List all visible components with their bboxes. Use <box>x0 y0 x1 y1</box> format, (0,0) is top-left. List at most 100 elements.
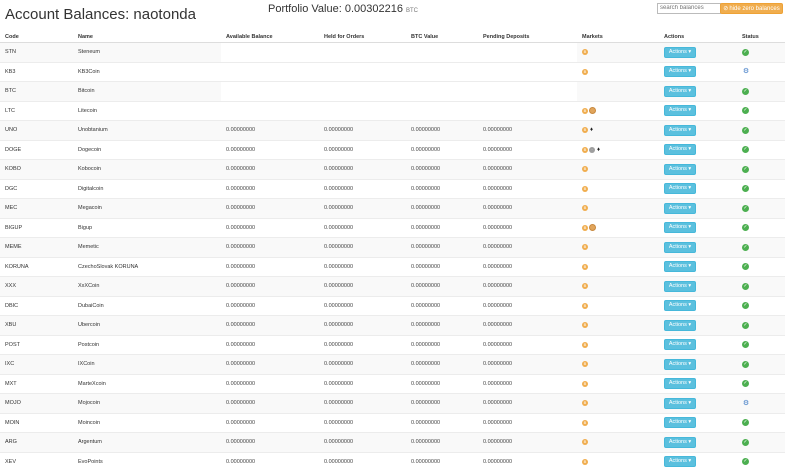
col-header-markets: Markets <box>577 31 659 43</box>
market-orange-icon[interactable]: B <box>582 361 588 368</box>
market-orange-icon[interactable]: B <box>582 283 588 290</box>
market-orange-icon[interactable]: B <box>582 205 588 212</box>
coin-name: Ubercoin <box>73 315 221 335</box>
btc-value: 0.00000000 <box>406 315 478 335</box>
market-diamond-icon[interactable]: ♦ <box>589 127 594 133</box>
market-orange-icon[interactable]: B <box>582 185 588 192</box>
actions-dropdown-button[interactable]: Actions ▾ <box>664 280 696 292</box>
actions-dropdown-button[interactable]: Actions ▾ <box>664 105 696 117</box>
status-cell: ✓ <box>737 334 785 355</box>
table-row: DGC Digitalcoin 0.00000000 0.00000000 0.0000… <box>0 178 785 199</box>
actions-dropdown-button[interactable]: Actions ▾ <box>664 85 696 97</box>
coin-name: Postcoin <box>73 334 221 355</box>
table-row: MEC Megacoin 0.00000000 0.00000000 0.0000000… <box>0 198 785 218</box>
coin-code: XXX <box>0 276 73 296</box>
coin-name: Kobocoin <box>73 159 221 179</box>
coin-name: Digitalcoin <box>73 178 221 199</box>
col-header-name[interactable]: Name <box>73 31 221 43</box>
btc-value: 0.00000000 <box>406 373 478 394</box>
pending-deposits: 0.00000000 <box>478 451 577 471</box>
markets-cell: B <box>577 373 659 394</box>
coin-code: MXT <box>0 373 73 394</box>
actions-dropdown-button[interactable]: Actions ▾ <box>664 319 696 331</box>
market-orange-icon[interactable]: B <box>582 419 588 426</box>
market-grey-icon[interactable]: · <box>589 146 595 153</box>
market-orange-icon[interactable]: B <box>582 68 588 75</box>
available-balance: 0.00000000 <box>221 393 319 413</box>
btc-value: 0.00000000 <box>406 120 478 140</box>
actions-dropdown-button[interactable]: Actions ▾ <box>664 339 696 351</box>
actions-dropdown-button[interactable]: Actions ▾ <box>664 46 696 58</box>
actions-dropdown-button[interactable]: Actions ▾ <box>664 144 696 156</box>
available-balance: 0.00000000 <box>221 354 319 374</box>
coin-name: EvoPoints <box>73 451 221 471</box>
col-header-pending[interactable]: Pending Deposits <box>478 31 577 43</box>
check-circle-icon: ✓ <box>742 87 749 95</box>
coin-name: Dogecoin <box>73 139 221 160</box>
table-row: XEV EvoPoints 0.00000000 0.00000000 0.000000… <box>0 451 785 471</box>
market-orange-icon[interactable]: B <box>582 400 588 407</box>
market-orange-icon[interactable]: B <box>582 458 588 465</box>
market-tan-icon[interactable] <box>589 224 596 232</box>
table-row: MOJO Mojocoin 0.00000000 0.00000000 0.000000… <box>0 393 785 413</box>
market-orange-icon[interactable]: B <box>582 380 588 387</box>
actions-dropdown-button[interactable]: Actions ▾ <box>664 202 696 214</box>
available-balance: 0.00000000 <box>221 412 319 433</box>
actions-cell: Actions ▾ <box>659 139 737 160</box>
held-for-orders <box>319 81 406 101</box>
market-orange-icon[interactable]: B <box>582 166 588 173</box>
actions-dropdown-button[interactable]: Actions ▾ <box>664 378 696 390</box>
market-orange-icon[interactable]: B <box>582 341 588 348</box>
status-cell: ⚙ <box>737 61 785 82</box>
market-orange-icon[interactable]: B <box>582 107 588 114</box>
available-balance <box>221 61 319 82</box>
actions-dropdown-button[interactable]: Actions ▾ <box>664 241 696 253</box>
actions-dropdown-button[interactable]: Actions ▾ <box>664 124 696 136</box>
table-row: XXX XxXCoin 0.00000000 0.00000000 0.00000000… <box>0 276 785 296</box>
market-orange-icon[interactable]: B <box>582 146 588 153</box>
market-orange-icon[interactable]: B <box>582 439 588 446</box>
actions-dropdown-button[interactable]: Actions ▾ <box>664 436 696 448</box>
col-header-available[interactable]: Available Balance <box>221 31 319 43</box>
hide-zero-balances-button[interactable]: ⊘hide zero balances <box>720 3 783 14</box>
market-orange-icon[interactable]: B <box>582 322 588 329</box>
markets-cell: B <box>577 276 659 296</box>
actions-dropdown-button[interactable]: Actions ▾ <box>664 183 696 195</box>
actions-dropdown-button[interactable]: Actions ▾ <box>664 222 696 234</box>
actions-dropdown-button[interactable]: Actions ▾ <box>664 358 696 370</box>
market-orange-icon[interactable]: B <box>582 127 588 134</box>
held-for-orders: 0.00000000 <box>319 373 406 394</box>
page-title: Account Balances: naotonda <box>5 6 196 23</box>
check-circle-icon: ✓ <box>742 438 749 446</box>
coin-name: Mojocoin <box>73 393 221 413</box>
coin-name: MarteXcoin <box>73 373 221 394</box>
col-header-held[interactable]: Held for Orders <box>319 31 406 43</box>
market-tan-icon[interactable] <box>589 107 596 115</box>
check-circle-icon: ✓ <box>742 165 749 173</box>
markets-cell: B <box>577 451 659 471</box>
available-balance <box>221 100 319 121</box>
market-orange-icon[interactable]: B <box>582 244 588 251</box>
actions-dropdown-button[interactable]: Actions ▾ <box>664 163 696 175</box>
actions-cell: Actions ▾ <box>659 198 737 218</box>
search-balances-input[interactable] <box>657 3 721 14</box>
actions-dropdown-button[interactable]: Actions ▾ <box>664 66 696 78</box>
table-row: ARG Argentum 0.00000000 0.00000000 0.0000000… <box>0 432 785 452</box>
available-balance: 0.00000000 <box>221 256 319 277</box>
actions-dropdown-button[interactable]: Actions ▾ <box>664 417 696 429</box>
market-diamond-icon[interactable]: ♦ <box>596 147 601 153</box>
actions-dropdown-button[interactable]: Actions ▾ <box>664 261 696 273</box>
market-orange-icon[interactable]: B <box>582 224 588 231</box>
held-for-orders: 0.00000000 <box>319 295 406 316</box>
table-row: XBU Ubercoin 0.00000000 0.00000000 0.0000000… <box>0 315 785 335</box>
status-cell: ✓ <box>737 315 785 335</box>
actions-cell: Actions ▾ <box>659 237 737 257</box>
market-orange-icon[interactable]: B <box>582 263 588 270</box>
actions-dropdown-button[interactable]: Actions ▾ <box>664 397 696 409</box>
available-balance: 0.00000000 <box>221 120 319 140</box>
actions-dropdown-button[interactable]: Actions ▾ <box>664 300 696 312</box>
market-orange-icon[interactable]: B <box>582 302 588 309</box>
col-header-code[interactable]: Code <box>0 31 73 43</box>
market-orange-icon[interactable]: B <box>582 49 588 56</box>
col-header-btc-value[interactable]: BTC Value <box>406 31 478 43</box>
